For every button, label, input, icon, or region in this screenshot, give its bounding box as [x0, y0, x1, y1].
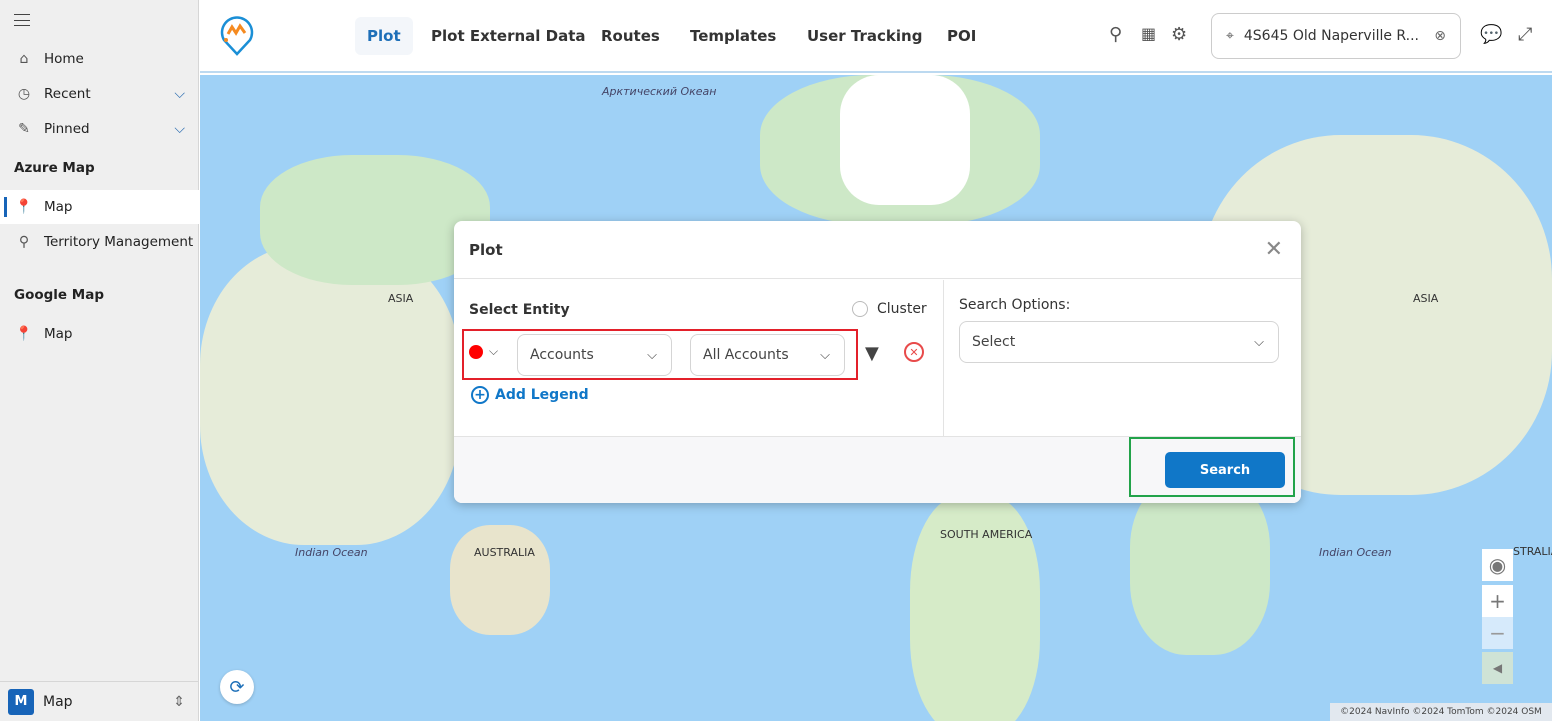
search-options-select[interactable]: Select ⌵ [959, 321, 1279, 363]
add-legend-label: Add Legend [495, 387, 589, 403]
app-logo [220, 14, 254, 60]
search-options-value: Select [972, 334, 1016, 350]
marker-color-picker[interactable]: ⌵ [469, 344, 498, 359]
sidebar-item-label: Pinned [44, 121, 90, 137]
search-button[interactable]: Search [1165, 452, 1285, 488]
sidebar-item-home[interactable]: ⌂ Home [0, 42, 199, 76]
map-label: Indian Ocean [1319, 546, 1392, 559]
tab-plot[interactable]: Plot [355, 17, 413, 55]
radio-icon [852, 301, 868, 317]
cluster-radio[interactable]: Cluster [852, 301, 927, 317]
section-google-map: Google Map [14, 287, 104, 303]
address-value: 4S645 Old Naperville R... [1243, 28, 1420, 44]
sidebar-item-azure-map[interactable]: 📍 Map [0, 190, 199, 224]
chat-icon[interactable]: 💬 [1480, 24, 1502, 45]
dialog-title: Plot [454, 221, 1301, 279]
home-icon: ⌂ [19, 51, 29, 67]
top-bar: Plot Plot External Data Routes Templates… [200, 0, 1552, 73]
location-pin-icon: ⌖ [1226, 28, 1234, 44]
sidebar-item-label: Recent [44, 86, 91, 102]
sidebar-item-label: Map [44, 326, 73, 342]
area-switcher[interactable]: M Map ⇕ [0, 681, 199, 721]
chevron-down-icon: ⌵ [489, 344, 499, 358]
address-field[interactable]: ⌖ 4S645 Old Naperville R... ⊗ [1211, 13, 1461, 59]
chevron-down-icon[interactable]: ⌵ [174, 121, 185, 137]
chevron-down-icon: ⌵ [647, 347, 657, 363]
view-select[interactable]: All Accounts ⌵ [690, 334, 845, 376]
tab-plot-external-data[interactable]: Plot External Data [419, 17, 598, 55]
sidebar-item-label: Map [44, 199, 73, 215]
close-icon[interactable]: ✕ [1265, 237, 1283, 262]
select-entity-label: Select Entity [469, 302, 570, 318]
search-options-label: Search Options: [959, 297, 1071, 313]
zoom-out-button[interactable]: − [1482, 617, 1513, 649]
tab-routes[interactable]: Routes [589, 17, 672, 55]
chevron-down-icon: ⌵ [820, 347, 830, 363]
tab-poi[interactable]: POI [935, 17, 988, 55]
area-badge: M [8, 688, 34, 715]
expand-icon[interactable]: ⤢ [1518, 24, 1532, 45]
sidebar-item-label: Territory Management [44, 234, 194, 250]
tab-templates[interactable]: Templates [678, 17, 788, 55]
filter-icon[interactable]: ▼ [865, 343, 879, 364]
zoom-in-button[interactable]: + [1482, 585, 1513, 617]
calendar-icon[interactable]: ▦ [1141, 24, 1156, 43]
sidebar: ⌂ Home ◷ Recent ⌵ ✎ Pinned ⌵ Azure Map 📍 Map ⚲… [0, 0, 199, 721]
refresh-button[interactable]: ⟳ [220, 670, 254, 704]
clock-icon: ◷ [17, 86, 31, 102]
sidebar-item-recent[interactable]: ◷ Recent ⌵ [0, 77, 199, 111]
my-location-button[interactable]: ◉ [1482, 549, 1513, 581]
area-label: Map [43, 693, 73, 710]
hamburger-menu-icon[interactable] [14, 14, 30, 26]
add-legend-button[interactable]: + Add Legend [471, 386, 589, 404]
chevron-down-icon[interactable]: ⌵ [174, 86, 185, 102]
map-label: AUSTRALIA [474, 546, 535, 559]
plot-dialog: Plot ✕ Select Entity Cluster ⌵ Accounts ⌵… [454, 221, 1301, 503]
view-value: All Accounts [703, 347, 789, 363]
map-label: Арктический Океан [602, 85, 717, 98]
map-label: ASIA [388, 292, 414, 305]
map-copyright: ©2024 NavInfo ©2024 TomTom ©2024 OSM [1330, 703, 1552, 721]
map-label: ASIA [1413, 292, 1439, 305]
sidebar-item-territory-management[interactable]: ⚲ Territory Management [0, 225, 199, 259]
marker-pin-icon [469, 344, 483, 359]
sidebar-item-label: Home [44, 51, 84, 67]
map-marker-icon: 📍 [15, 326, 33, 342]
entity-panel: Select Entity Cluster ⌵ Accounts ⌵ All Ac… [454, 280, 944, 436]
entity-select[interactable]: Accounts ⌵ [517, 334, 672, 376]
sidebar-item-pinned[interactable]: ✎ Pinned ⌵ [0, 112, 199, 146]
map-label: SOUTH AMERICA [940, 528, 1033, 541]
map-label: Indian Ocean [295, 546, 368, 559]
remove-icon[interactable]: ✕ [904, 342, 924, 362]
sidebar-item-google-map[interactable]: 📍 Map [0, 317, 199, 351]
entity-value: Accounts [530, 347, 594, 363]
chevron-updown-icon: ⇕ [173, 693, 185, 710]
map-marker-icon: 📍 [15, 199, 33, 215]
gear-icon[interactable]: ⚙ [1171, 24, 1187, 45]
tab-user-tracking[interactable]: User Tracking [795, 17, 934, 55]
map-label: STRALIA [1513, 545, 1552, 558]
cluster-label: Cluster [877, 301, 927, 317]
clear-icon[interactable]: ⊗ [1434, 28, 1446, 44]
map-style-button[interactable]: ◀ [1482, 652, 1513, 684]
plus-circle-icon: + [471, 386, 489, 404]
pin-icon: ✎ [18, 121, 30, 137]
territory-icon: ⚲ [18, 234, 30, 250]
chevron-down-icon: ⌵ [1254, 334, 1264, 350]
search-icon[interactable]: ⚲ [1109, 24, 1122, 45]
section-azure-map: Azure Map [14, 160, 95, 176]
